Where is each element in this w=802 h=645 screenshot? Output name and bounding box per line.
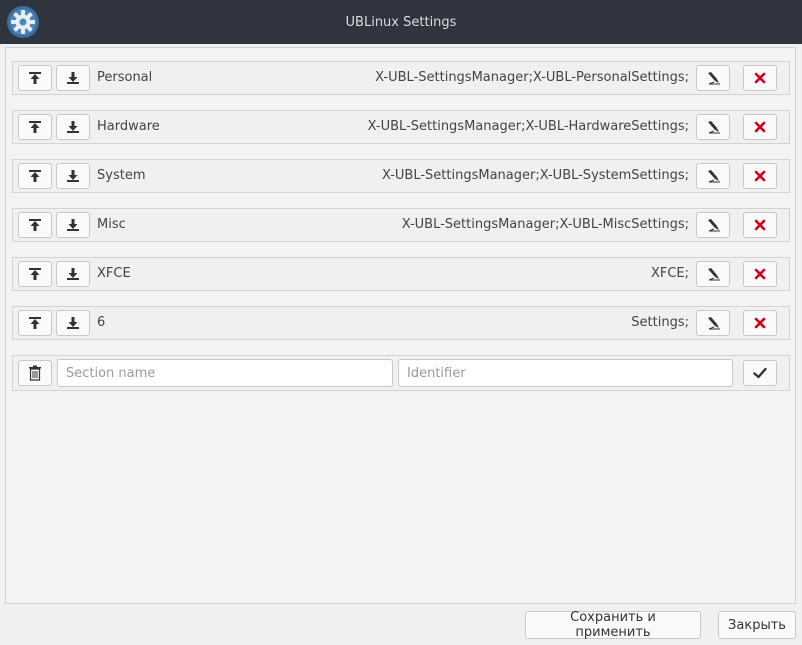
- close-x-icon: [754, 219, 766, 231]
- close-button[interactable]: Закрыть: [718, 611, 796, 639]
- section-row: 6 Settings;: [12, 306, 790, 340]
- move-top-button[interactable]: [18, 261, 52, 287]
- edit-clear-icon: [708, 317, 720, 330]
- section-name: System: [97, 168, 146, 183]
- section-identifier: X-UBL-SettingsManager;X-UBL-SystemSettin…: [381, 168, 689, 183]
- trash-icon: [29, 365, 41, 381]
- section-identifier: X-UBL-SettingsManager;X-UBL-MiscSettings…: [401, 217, 689, 232]
- move-top-button[interactable]: [18, 310, 52, 336]
- delete-button[interactable]: [743, 212, 777, 238]
- download-arrow-icon: [67, 170, 79, 182]
- edit-button[interactable]: [696, 114, 730, 140]
- close-x-icon: [754, 170, 766, 182]
- section-identifier: XFCE;: [650, 266, 689, 281]
- download-arrow-icon: [67, 268, 79, 280]
- move-down-button[interactable]: [56, 163, 90, 189]
- checkmark-icon: [753, 367, 767, 379]
- move-down-button[interactable]: [56, 310, 90, 336]
- section-identifier: X-UBL-SettingsManager;X-UBL-PersonalSett…: [375, 70, 689, 85]
- confirm-button[interactable]: [743, 360, 777, 386]
- sections-list: Personal X-UBL-SettingsManager;X-UBL-Per…: [5, 47, 796, 604]
- move-top-icon: [29, 170, 41, 182]
- section-row: Misc X-UBL-SettingsManager;X-UBL-MiscSet…: [12, 208, 790, 242]
- move-down-button[interactable]: [56, 212, 90, 238]
- move-top-button[interactable]: [18, 163, 52, 189]
- move-top-button[interactable]: [18, 65, 52, 91]
- edit-clear-icon: [708, 121, 720, 134]
- section-row: System X-UBL-SettingsManager;X-UBL-Syste…: [12, 159, 790, 193]
- identifier-input[interactable]: [398, 359, 733, 387]
- move-top-icon: [29, 268, 41, 280]
- section-name: Misc: [97, 217, 126, 232]
- title-bar: UBLinux Settings: [0, 0, 802, 44]
- edit-clear-icon: [708, 72, 720, 85]
- section-name: XFCE: [97, 266, 131, 281]
- move-top-icon: [29, 72, 41, 84]
- delete-button[interactable]: [743, 261, 777, 287]
- edit-button[interactable]: [696, 65, 730, 91]
- section-name-input[interactable]: [57, 359, 393, 387]
- close-x-icon: [754, 317, 766, 329]
- delete-button[interactable]: [743, 65, 777, 91]
- edit-clear-icon: [708, 219, 720, 232]
- save-apply-button[interactable]: Сохранить и применить: [525, 610, 701, 640]
- delete-button[interactable]: [743, 310, 777, 336]
- section-name: 6: [97, 315, 106, 330]
- download-arrow-icon: [67, 317, 79, 329]
- section-identifier: Settings;: [631, 315, 689, 330]
- edit-button[interactable]: [696, 310, 730, 336]
- download-arrow-icon: [67, 72, 79, 84]
- window-title: UBLinux Settings: [345, 14, 457, 30]
- download-arrow-icon: [67, 121, 79, 133]
- move-top-button[interactable]: [18, 114, 52, 140]
- move-top-icon: [29, 121, 41, 133]
- delete-button[interactable]: [743, 163, 777, 189]
- clear-button[interactable]: [18, 360, 52, 386]
- edit-clear-icon: [708, 170, 720, 183]
- move-top-icon: [29, 219, 41, 231]
- close-x-icon: [754, 121, 766, 133]
- edit-button[interactable]: [696, 212, 730, 238]
- close-x-icon: [754, 268, 766, 280]
- new-section-row: [12, 355, 790, 391]
- edit-clear-icon: [708, 268, 720, 281]
- download-arrow-icon: [67, 219, 79, 231]
- move-down-button[interactable]: [56, 261, 90, 287]
- section-row: Hardware X-UBL-SettingsManager;X-UBL-Har…: [12, 110, 790, 144]
- move-down-button[interactable]: [56, 114, 90, 140]
- edit-button[interactable]: [696, 261, 730, 287]
- move-top-button[interactable]: [18, 212, 52, 238]
- section-row: Personal X-UBL-SettingsManager;X-UBL-Per…: [12, 61, 790, 95]
- edit-button[interactable]: [696, 163, 730, 189]
- section-row: XFCE XFCE;: [12, 257, 790, 291]
- section-name: Hardware: [97, 119, 160, 134]
- move-down-button[interactable]: [56, 65, 90, 91]
- move-top-icon: [29, 317, 41, 329]
- section-identifier: X-UBL-SettingsManager;X-UBL-HardwareSett…: [367, 119, 689, 134]
- close-x-icon: [754, 72, 766, 84]
- section-name: Personal: [97, 70, 153, 85]
- gear-icon: [7, 6, 39, 38]
- delete-button[interactable]: [743, 114, 777, 140]
